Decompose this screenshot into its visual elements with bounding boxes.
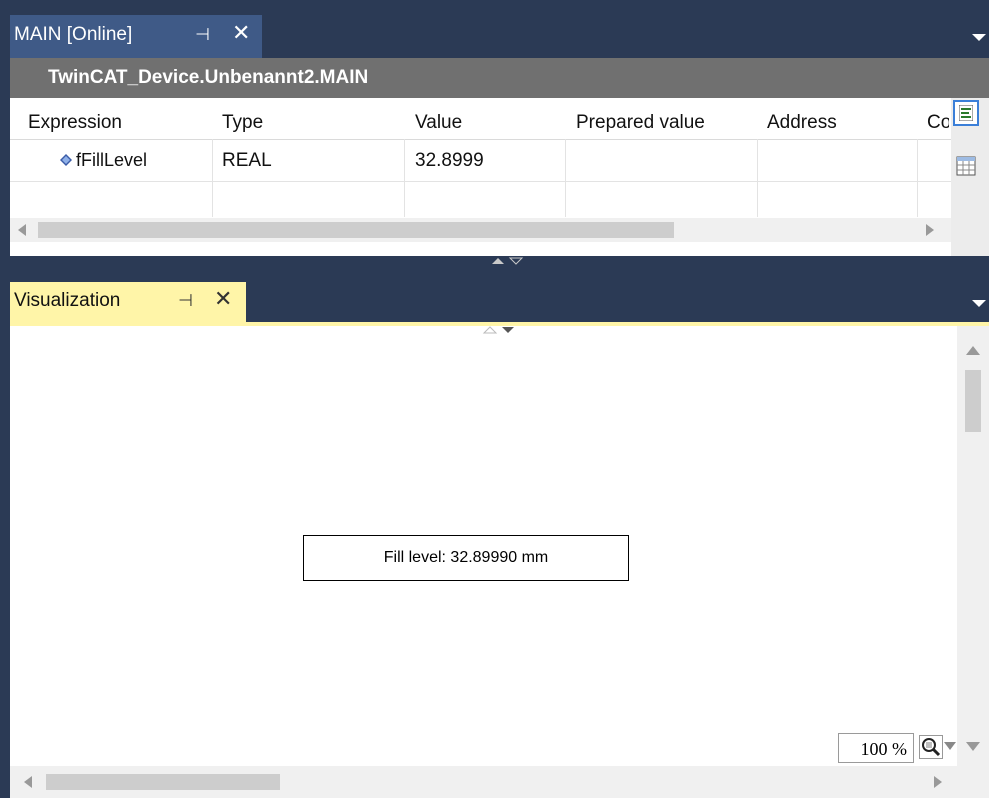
close-icon[interactable]: ✕ [214, 287, 232, 312]
visualization-horizontal-scrollbar[interactable] [10, 766, 989, 798]
scroll-thumb[interactable] [38, 222, 674, 238]
column-header-expression[interactable]: Expression [28, 112, 122, 134]
table-view-button[interactable] [953, 154, 979, 180]
zoom-level-field[interactable]: 100 % [838, 733, 914, 763]
watch-path-bar: TwinCAT_Device.Unbenannt2.MAIN [10, 58, 989, 98]
variable-icon [60, 154, 72, 166]
close-icon[interactable]: ✕ [232, 21, 250, 46]
watch-horizontal-scrollbar[interactable] [10, 218, 951, 242]
zoom-level-label: 100 % [860, 739, 908, 759]
scroll-down-icon[interactable] [966, 742, 980, 751]
panel-splitter[interactable] [10, 256, 989, 266]
chevron-down-icon[interactable] [972, 34, 986, 41]
column-header-type[interactable]: Type [222, 112, 263, 134]
tab-visualization[interactable]: Visualization ⊣ ✕ [10, 282, 246, 322]
column-header-prepared-value[interactable]: Prepared value [576, 112, 705, 134]
expression-list-button[interactable] [953, 100, 979, 126]
cell-type: REAL [222, 150, 272, 171]
column-header-comment[interactable]: Co [927, 112, 949, 134]
cell-expression: fFillLevel [76, 150, 148, 170]
zoom-icon[interactable] [919, 735, 943, 759]
zoom-dropdown-icon[interactable] [944, 742, 956, 750]
fill-level-label: Fill level: 32.89990 mm [383, 549, 549, 566]
scroll-left-icon[interactable] [18, 224, 26, 236]
watch-path-title: TwinCAT_Device.Unbenannt2.MAIN [48, 67, 369, 88]
row-divider [10, 181, 951, 182]
cell-value: 32.8999 [415, 150, 484, 171]
scroll-right-icon[interactable] [926, 224, 934, 236]
table-icon [956, 156, 976, 176]
pin-icon[interactable]: ⊣ [195, 25, 210, 45]
pin-icon[interactable]: ⊣ [178, 291, 193, 311]
column-header-address[interactable]: Address [767, 112, 837, 134]
tab-visualization-label: Visualization [14, 290, 121, 311]
splitter-arrows-icon [492, 257, 524, 265]
visualization-vertical-scrollbar[interactable] [957, 326, 989, 766]
scroll-thumb[interactable] [965, 370, 981, 432]
scroll-up-icon[interactable] [966, 346, 980, 355]
scroll-right-icon[interactable] [934, 776, 942, 788]
tab-main-online[interactable]: MAIN [Online] ⊣ ✕ [10, 15, 262, 58]
chevron-down-icon[interactable] [972, 300, 986, 307]
list-icon [959, 105, 973, 121]
scroll-left-icon[interactable] [24, 776, 32, 788]
tab-main-online-label: MAIN [Online] [14, 24, 133, 45]
table-row[interactable]: fFillLevel REAL 32.8999 [10, 140, 951, 181]
splitter-arrows-icon [482, 326, 514, 334]
column-header-value[interactable]: Value [415, 112, 462, 134]
watch-side-toolbar [951, 98, 989, 256]
scroll-thumb[interactable] [46, 774, 280, 790]
fill-level-textfield[interactable]: Fill level: 32.89990 mm [303, 535, 629, 581]
